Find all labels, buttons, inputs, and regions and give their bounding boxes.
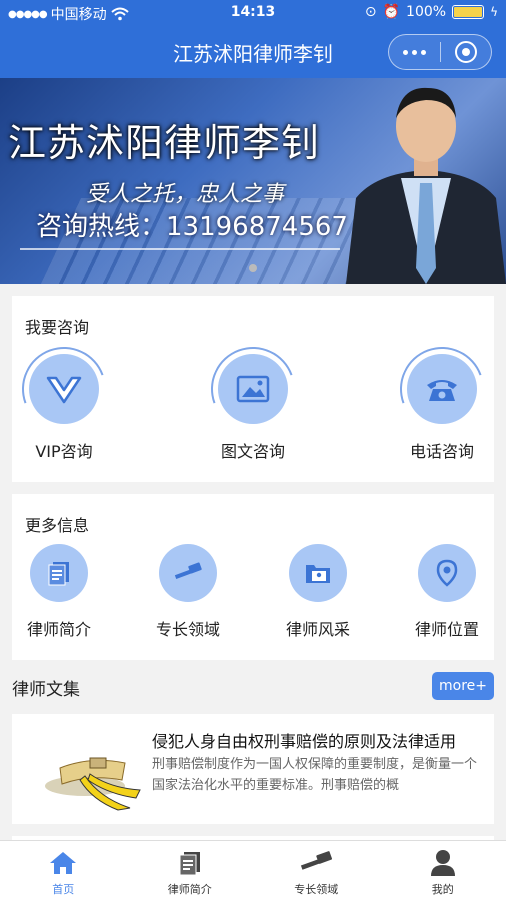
lawyer-intro-label: 律师简介 (9, 616, 109, 640)
tab-expertise[interactable]: 专长领域 (253, 841, 380, 901)
status-right: ⊙ ⏰ 100% ϟ (365, 4, 498, 20)
vip-consult-label: VIP咨询 (14, 438, 114, 462)
tab-expertise-label: 专长领域 (253, 881, 380, 897)
status-bar: ●●●●● 中国移动 14:13 ⊙ ⏰ 100% ϟ (0, 0, 506, 26)
lawyer-style-button[interactable]: 律师风采 (268, 544, 368, 640)
image-icon (236, 375, 270, 403)
lawyer-portrait-image (346, 78, 506, 284)
article-thumbnail-image (30, 728, 150, 812)
expertise-circle (159, 544, 217, 602)
tab-lawyer-intro-label: 律师简介 (127, 881, 254, 897)
image-text-consult-label: 图文咨询 (203, 438, 303, 462)
telephone-icon (425, 375, 459, 403)
rotation-lock-icon: ⊙ (365, 4, 377, 20)
phone-consult-circle (407, 354, 477, 424)
lawyer-style-label: 律师风采 (268, 616, 368, 640)
home-icon (48, 850, 78, 876)
charging-icon: ϟ (490, 5, 498, 19)
location-pin-icon (436, 559, 458, 587)
consult-card: 我要咨询 VIP咨询 图文咨询 电话咨询 (12, 296, 494, 482)
target-circle-icon (455, 41, 477, 63)
expertise-label: 专长领域 (138, 616, 238, 640)
bottom-tab-bar: 首页 律师简介 专长领域 我的 (0, 840, 506, 901)
more-info-heading: 更多信息 (25, 512, 89, 536)
image-text-consult-circle (218, 354, 288, 424)
expertise-button[interactable]: 专长领域 (138, 544, 238, 640)
banner-divider (20, 248, 340, 250)
document-icon (178, 850, 202, 876)
alarm-icon: ⏰ (383, 4, 400, 20)
more-dots-icon (403, 50, 426, 55)
vip-consult-button[interactable]: VIP咨询 (14, 354, 114, 462)
tab-mine-label: 我的 (380, 881, 506, 897)
phone-consult-label: 电话咨询 (392, 438, 492, 462)
user-icon (430, 849, 456, 877)
image-text-consult-button[interactable]: 图文咨询 (203, 354, 303, 462)
tab-home[interactable]: 首页 (0, 841, 127, 901)
article-list-item[interactable]: 侵犯人身自由权刑事赔偿的原则及法律适用 刑事赔偿制度作为一国人权保障的重要制度，… (12, 714, 494, 824)
lawyer-location-label: 律师位置 (397, 616, 497, 640)
tab-mine[interactable]: 我的 (380, 841, 506, 901)
more-info-card: 更多信息 律师简介 专长领域 (12, 494, 494, 660)
banner-title: 江苏沭阳律师李钊 (8, 112, 320, 167)
article-title: 侵犯人身自由权刑事赔偿的原则及法律适用 (152, 728, 484, 752)
close-mini-program-button[interactable] (441, 35, 492, 69)
phone-consult-button[interactable]: 电话咨询 (392, 354, 492, 462)
nav-bar: 江苏沭阳律师李钊 (0, 26, 506, 78)
vip-v-icon (46, 374, 82, 404)
banner-carousel[interactable]: 江苏沭阳律师李钊 受人之托，忠人之事 咨询热线：13196874567 (0, 78, 506, 284)
lawyer-location-circle (418, 544, 476, 602)
lawyer-style-circle (289, 544, 347, 602)
battery-percent: 100% (406, 4, 446, 20)
banner-hotline: 咨询热线：13196874567 (36, 206, 348, 243)
carousel-dot[interactable] (249, 264, 257, 272)
lawyer-intro-button[interactable]: 律师简介 (9, 544, 109, 640)
tab-home-label: 首页 (0, 881, 127, 897)
vip-consult-circle (29, 354, 99, 424)
more-articles-button[interactable]: more+ (432, 672, 494, 700)
gavel-icon (299, 851, 333, 875)
mini-program-capsule (388, 34, 492, 70)
article-summary: 刑事赔偿制度作为一国人权保障的重要制度，是衡量一个国家法治化水平的重要标准。刑事… (152, 754, 484, 796)
document-icon (47, 560, 71, 586)
banner-slogan: 受人之托，忠人之事 (86, 176, 284, 208)
battery-icon (452, 5, 484, 19)
carousel-indicators (0, 264, 506, 272)
folder-photo-icon (304, 561, 332, 585)
lawyer-intro-circle (30, 544, 88, 602)
more-menu-button[interactable] (389, 35, 440, 69)
consult-heading: 我要咨询 (25, 314, 89, 338)
articles-section-title: 律师文集 (12, 675, 80, 700)
lawyer-location-button[interactable]: 律师位置 (397, 544, 497, 640)
gavel-icon (173, 562, 203, 584)
tab-lawyer-intro[interactable]: 律师简介 (127, 841, 254, 901)
